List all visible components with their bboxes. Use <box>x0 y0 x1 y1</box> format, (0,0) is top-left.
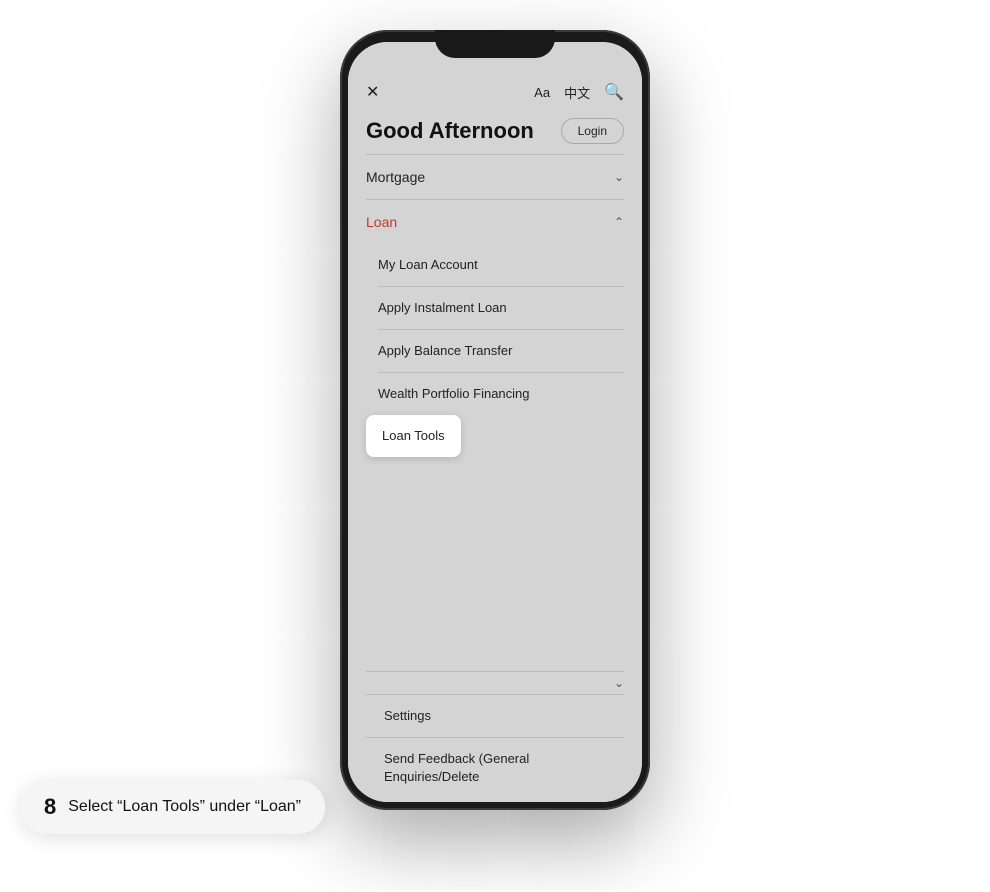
greeting-text: Good Afternoon <box>366 118 534 144</box>
mortgage-chevron: ⌄ <box>614 170 624 184</box>
bottom-chevron: ⌄ <box>614 676 624 690</box>
screen-bottom-bar: ⌄ Settings Send Feedback (General Enquir… <box>348 663 642 802</box>
apply-balance-item[interactable]: Apply Balance Transfer <box>348 330 642 372</box>
loan-tools-wrapper: Loan Tools <box>348 415 642 457</box>
mortgage-menu-item[interactable]: Mortgage ⌄ <box>348 155 642 199</box>
loan-tools-card[interactable]: Loan Tools <box>366 415 461 457</box>
settings-item[interactable]: Settings <box>366 695 624 737</box>
screen-content: ✕ Aa 中文 🔍 Good Afternoon Login Mortgage <box>348 42 642 802</box>
phone-screen: ✕ Aa 中文 🔍 Good Afternoon Login Mortgage <box>348 42 642 802</box>
step-text: Select “Loan Tools” under “Loan” <box>68 798 301 816</box>
mortgage-label: Mortgage <box>366 169 425 185</box>
login-button[interactable]: Login <box>561 118 624 144</box>
send-feedback-label: Send Feedback (General Enquiries/Delete <box>384 751 529 784</box>
step-tooltip: 8 Select “Loan Tools” under “Loan” <box>20 780 325 834</box>
apply-instalment-label: Apply Instalment Loan <box>378 300 507 315</box>
settings-label: Settings <box>384 708 431 723</box>
apply-instalment-item[interactable]: Apply Instalment Loan <box>348 287 642 329</box>
wealth-portfolio-label: Wealth Portfolio Financing <box>378 386 530 401</box>
send-feedback-item[interactable]: Send Feedback (General Enquiries/Delete <box>366 738 624 798</box>
loan-label: Loan <box>366 214 397 230</box>
header-row: Good Afternoon Login <box>348 112 642 154</box>
close-icon[interactable]: ✕ <box>366 82 379 102</box>
phone-shell: ✕ Aa 中文 🔍 Good Afternoon Login Mortgage <box>340 30 650 810</box>
font-size-icon[interactable]: Aa <box>534 85 550 100</box>
phone-notch <box>435 30 555 58</box>
scene: ✕ Aa 中文 🔍 Good Afternoon Login Mortgage <box>0 0 990 892</box>
language-icon[interactable]: 中文 <box>564 83 590 102</box>
loan-tools-label: Loan Tools <box>382 428 445 443</box>
wealth-portfolio-item[interactable]: Wealth Portfolio Financing <box>348 373 642 415</box>
my-loan-label: My Loan Account <box>378 257 478 272</box>
loan-menu-item[interactable]: Loan ⌃ <box>348 200 642 244</box>
top-bar-right: Aa 中文 🔍 <box>534 82 624 102</box>
search-icon[interactable]: 🔍 <box>604 82 624 102</box>
loan-chevron: ⌃ <box>614 215 624 229</box>
my-loan-item[interactable]: My Loan Account <box>348 244 642 286</box>
apply-balance-label: Apply Balance Transfer <box>378 343 512 358</box>
step-number: 8 <box>44 794 56 820</box>
